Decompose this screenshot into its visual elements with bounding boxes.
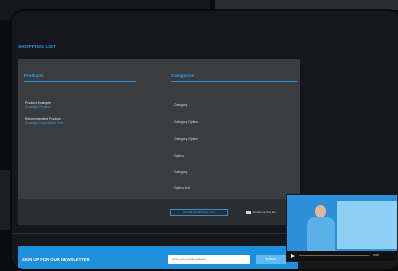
newsletter-text: SIGN UP FOR OUR NEWSLETTER bbox=[22, 257, 90, 262]
category-item[interactable]: Option List bbox=[174, 186, 190, 190]
envelope-icon bbox=[246, 211, 251, 214]
product-subtext[interactable]: Example Product bbox=[25, 105, 51, 109]
newsletter-submit-button[interactable]: SUBMIT bbox=[256, 255, 286, 264]
video-time: 0:00 bbox=[373, 253, 379, 257]
video-person bbox=[307, 205, 335, 251]
product-subtext[interactable]: Example Description Text bbox=[25, 121, 63, 125]
product-item[interactable]: Product Example Example Product bbox=[25, 101, 51, 109]
list-footer: SHARE SHOPPING LIST Email me this list bbox=[18, 199, 300, 225]
categories-heading: Categories bbox=[171, 73, 195, 78]
categories-divider bbox=[171, 81, 297, 82]
product-item[interactable]: Recommended Product Example Description … bbox=[25, 117, 63, 125]
category-item[interactable]: Option bbox=[174, 154, 184, 158]
products-divider bbox=[24, 81, 136, 82]
play-icon[interactable] bbox=[291, 254, 295, 258]
newsletter-email-input[interactable]: Enter your email address bbox=[168, 255, 250, 264]
category-item[interactable]: Category Option bbox=[174, 137, 198, 141]
video-controls: 0:00 bbox=[287, 251, 397, 261]
products-heading: Products bbox=[24, 73, 44, 78]
video-progress-bar[interactable] bbox=[299, 255, 369, 256]
share-list-button[interactable]: SHARE SHOPPING LIST bbox=[170, 209, 228, 216]
shopping-list-panel: Products Categories Product Example Exam… bbox=[18, 59, 300, 199]
category-item[interactable]: Category Option bbox=[174, 120, 198, 124]
category-item[interactable]: Category bbox=[174, 170, 187, 174]
email-list-link[interactable]: Email me this list bbox=[253, 210, 276, 214]
video-scene-background bbox=[337, 201, 397, 249]
video-player[interactable]: 0:00 bbox=[286, 194, 398, 262]
category-item[interactable]: Category bbox=[174, 103, 187, 107]
newsletter-banner: SIGN UP FOR OUR NEWSLETTER Enter your em… bbox=[18, 246, 298, 269]
page-title: SHOPPING LIST bbox=[18, 44, 57, 49]
